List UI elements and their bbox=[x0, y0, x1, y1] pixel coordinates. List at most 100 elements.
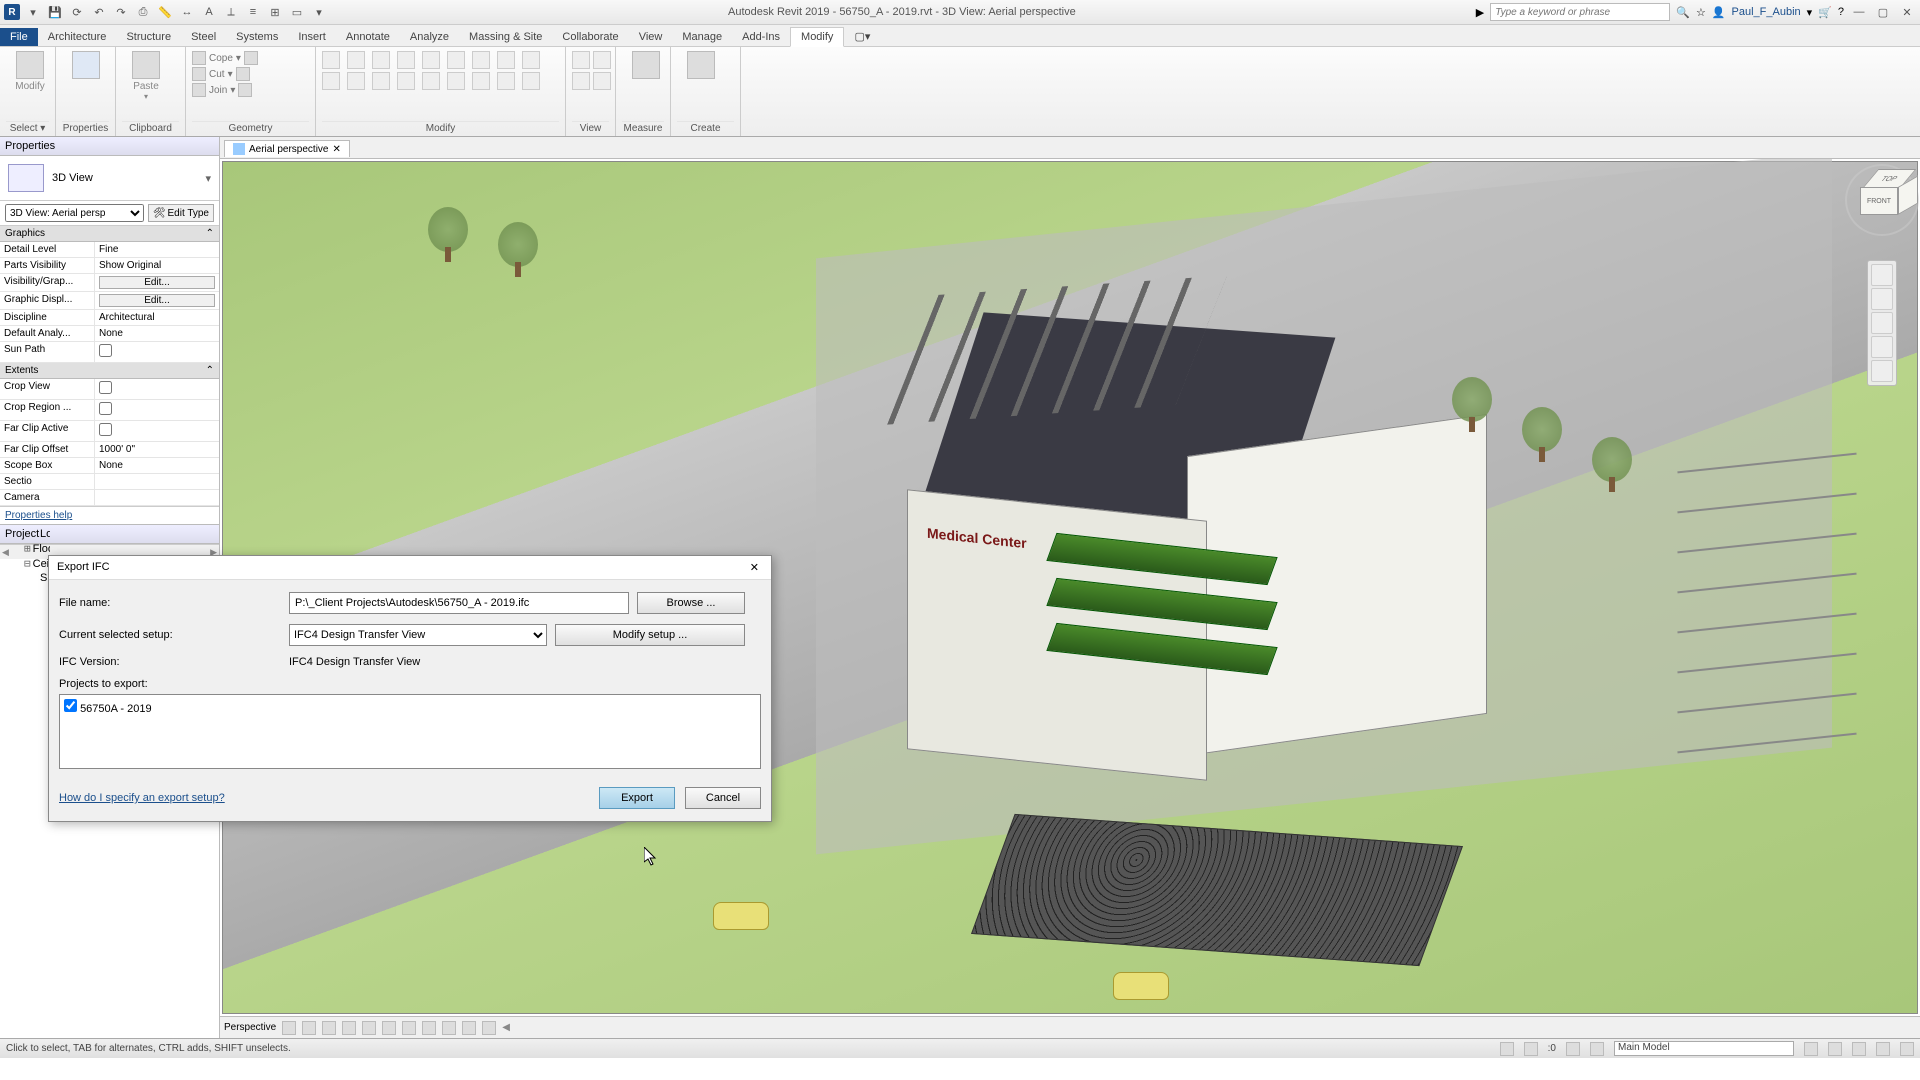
modify-tool-button[interactable]: Modify bbox=[6, 51, 54, 92]
print-icon[interactable]: ⎙ bbox=[134, 3, 152, 21]
gap-icon[interactable] bbox=[497, 72, 515, 90]
tab-analyze[interactable]: Analyze bbox=[400, 28, 459, 46]
sun-path-icon[interactable] bbox=[322, 1021, 336, 1035]
open-icon[interactable]: ▾ bbox=[24, 3, 42, 21]
prop-cropview-check[interactable] bbox=[99, 381, 112, 394]
trim-icon[interactable] bbox=[472, 51, 490, 69]
tab-file[interactable]: File bbox=[0, 28, 38, 46]
zoom-icon[interactable] bbox=[1871, 312, 1893, 334]
close-icon[interactable]: ✕ bbox=[1898, 3, 1916, 21]
visual-style-icon[interactable] bbox=[302, 1021, 316, 1035]
prop-sunpath-check[interactable] bbox=[99, 344, 112, 357]
save-icon[interactable]: 💾 bbox=[46, 3, 64, 21]
unlock-3d-icon[interactable] bbox=[422, 1021, 436, 1035]
prop-discipline-v[interactable]: Architectural bbox=[95, 310, 219, 325]
prop-farclipact-check[interactable] bbox=[99, 423, 112, 436]
unpin-icon[interactable] bbox=[397, 72, 415, 90]
look-icon[interactable] bbox=[1871, 360, 1893, 382]
prop-cropregion-check[interactable] bbox=[99, 402, 112, 415]
undo-icon[interactable]: ↶ bbox=[90, 3, 108, 21]
tab-manage[interactable]: Manage bbox=[672, 28, 732, 46]
align-icon[interactable] bbox=[322, 51, 340, 69]
prop-parts-vis-v[interactable]: Show Original bbox=[95, 258, 219, 273]
minimize-icon[interactable]: — bbox=[1850, 3, 1868, 21]
mirror-axis-icon[interactable] bbox=[372, 51, 390, 69]
help-link[interactable]: How do I specify an export setup? bbox=[59, 792, 225, 804]
thin-lines-icon[interactable]: ≡ bbox=[244, 3, 262, 21]
user-name[interactable]: Paul_F_Aubin bbox=[1732, 6, 1801, 18]
rotate-icon[interactable] bbox=[447, 51, 465, 69]
browse-button[interactable]: Browse ... bbox=[637, 592, 745, 614]
measure-icon[interactable]: 📏 bbox=[156, 3, 174, 21]
paste-button[interactable]: Paste▾ bbox=[122, 51, 170, 101]
override-icon[interactable] bbox=[593, 51, 611, 69]
steering-wheel-icon[interactable] bbox=[1871, 264, 1893, 286]
view-tab-active[interactable]: Aerial perspective ✕ bbox=[224, 140, 350, 157]
cope-button[interactable]: Cope ▾ bbox=[192, 51, 309, 65]
orbit-icon[interactable] bbox=[1871, 336, 1893, 358]
setup-select[interactable]: IFC4 Design Transfer View bbox=[289, 624, 547, 646]
view-tab-close-icon[interactable]: ✕ bbox=[332, 144, 340, 155]
filter-icon[interactable] bbox=[1828, 1042, 1842, 1056]
prop-scopebox-v[interactable]: None bbox=[95, 458, 219, 473]
qat-dropdown-icon[interactable]: ▾ bbox=[310, 3, 328, 21]
tab-systems[interactable]: Systems bbox=[226, 28, 288, 46]
infocenter-icon[interactable]: ▶ bbox=[1476, 6, 1484, 19]
split-icon[interactable] bbox=[497, 51, 515, 69]
mirror-pick-icon[interactable] bbox=[322, 72, 340, 90]
design-options-icon[interactable] bbox=[1804, 1042, 1818, 1056]
prop-farclipoff-v[interactable]: 1000' 0" bbox=[95, 442, 219, 457]
dimension-icon[interactable]: ⟂ bbox=[222, 3, 240, 21]
project-item-check[interactable] bbox=[64, 699, 77, 712]
measure-button[interactable] bbox=[622, 51, 670, 81]
tab-collaborate[interactable]: Collaborate bbox=[552, 28, 628, 46]
search-go-icon[interactable]: 🔍 bbox=[1676, 6, 1690, 19]
type-dropdown-icon[interactable]: ▾ bbox=[205, 172, 211, 185]
file-name-input[interactable] bbox=[289, 592, 629, 614]
search-input[interactable] bbox=[1490, 3, 1670, 21]
modify-setup-button[interactable]: Modify setup ... bbox=[555, 624, 745, 646]
group-graphics[interactable]: Graphics⌃ bbox=[0, 226, 219, 242]
scale-label[interactable]: Perspective bbox=[224, 1022, 276, 1033]
linework-icon[interactable] bbox=[572, 72, 590, 90]
signin-icon[interactable]: 👤 bbox=[1712, 6, 1726, 19]
viewcube[interactable]: TOP FRONT bbox=[1852, 169, 1912, 224]
type-selector[interactable]: 3D View ▾ bbox=[0, 156, 219, 201]
switch-window-icon[interactable]: ▭ bbox=[288, 3, 306, 21]
text-icon[interactable]: A bbox=[200, 3, 218, 21]
reveal-hidden-icon[interactable] bbox=[462, 1021, 476, 1035]
hide-icon[interactable] bbox=[572, 51, 590, 69]
tab-annotate[interactable]: Annotate bbox=[336, 28, 400, 46]
demo-icon[interactable] bbox=[593, 72, 611, 90]
help-icon[interactable]: ? bbox=[1838, 6, 1844, 18]
select-links-icon[interactable] bbox=[1500, 1042, 1514, 1056]
comm-icon[interactable]: ☆ bbox=[1696, 6, 1706, 19]
prop-detail-level-v[interactable]: Fine bbox=[95, 242, 219, 257]
show-crop-icon[interactable] bbox=[402, 1021, 416, 1035]
redo-icon[interactable]: ↷ bbox=[112, 3, 130, 21]
group-icon[interactable] bbox=[522, 72, 540, 90]
delete-icon[interactable] bbox=[422, 72, 440, 90]
create-button[interactable] bbox=[677, 51, 725, 81]
shadows-icon[interactable] bbox=[342, 1021, 356, 1035]
prop-defanaly-v[interactable]: None bbox=[95, 326, 219, 341]
group-extents[interactable]: Extents⌃ bbox=[0, 363, 219, 379]
cancel-button[interactable]: Cancel bbox=[685, 787, 761, 809]
tab-architecture[interactable]: Architecture bbox=[38, 28, 117, 46]
cut-button[interactable]: Cut ▾ bbox=[192, 67, 309, 81]
pan-icon[interactable] bbox=[1871, 288, 1893, 310]
temp-hide-icon[interactable] bbox=[442, 1021, 456, 1035]
export-button[interactable]: Export bbox=[599, 787, 675, 809]
select-pinned-icon[interactable] bbox=[1852, 1042, 1866, 1056]
tab-addins[interactable]: Add-Ins bbox=[732, 28, 790, 46]
align-icon[interactable]: ↔ bbox=[178, 3, 196, 21]
tab-view[interactable]: View bbox=[629, 28, 673, 46]
crop-icon[interactable] bbox=[382, 1021, 396, 1035]
instance-selector[interactable]: 3D View: Aerial persp bbox=[5, 204, 144, 222]
face-select-icon[interactable] bbox=[1900, 1042, 1914, 1056]
projects-list[interactable]: 56750A - 2019 bbox=[59, 694, 761, 769]
prop-gdo-edit[interactable]: Edit... bbox=[99, 294, 215, 307]
workset-dropdown[interactable]: Main Model bbox=[1614, 1041, 1794, 1056]
extend-icon[interactable] bbox=[447, 72, 465, 90]
join-button[interactable]: Join ▾ bbox=[192, 83, 309, 97]
